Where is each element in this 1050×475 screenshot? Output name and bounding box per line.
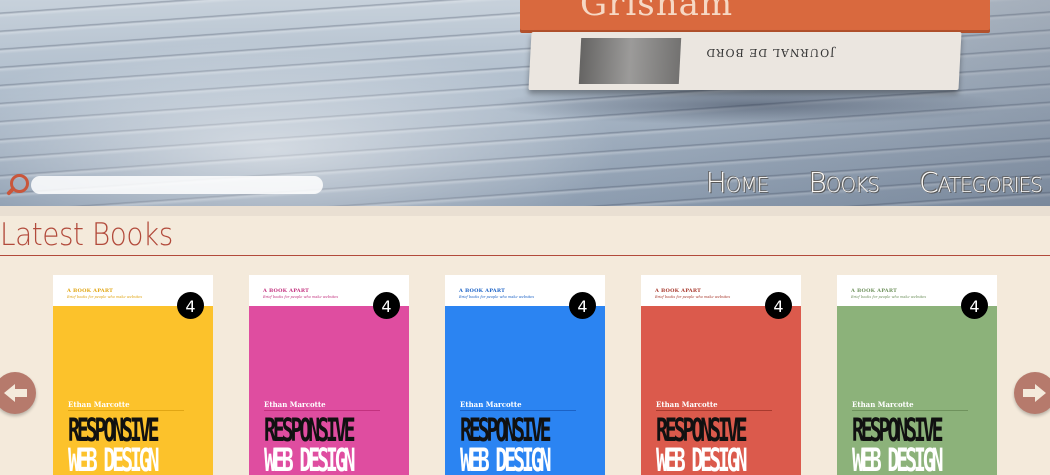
book-title-line2: WEB DESIGN: [656, 441, 748, 475]
search-bar: [4, 172, 323, 198]
search-input[interactable]: [31, 176, 323, 194]
book-title-line2: WEB DESIGN: [852, 441, 944, 475]
book-stack-shadow: [490, 85, 1010, 125]
book-tagline: Brief books for people who make websites: [851, 295, 927, 299]
section-title: Latest Books: [0, 217, 173, 253]
search-icon[interactable]: [4, 172, 30, 198]
arrow-right-icon: [1023, 384, 1046, 402]
book-author: Ethan Marcotte: [68, 400, 130, 409]
book-publisher: A BOOK APART: [851, 288, 898, 294]
book-issue-badge: 4: [569, 292, 596, 319]
arrow-left-icon: [4, 384, 27, 402]
book-author: Ethan Marcotte: [852, 400, 914, 409]
nav-categories-link[interactable]: Categories: [919, 166, 1043, 199]
hero-book-bottom-text: JOURNAL DE BORD: [705, 46, 835, 59]
book-cover[interactable]: A BOOK APART Brief books for people who …: [53, 275, 213, 475]
book-tagline: Brief books for people who make websites: [67, 295, 143, 299]
book-tagline: Brief books for people who make websites: [655, 295, 731, 299]
book-issue-badge: 4: [961, 292, 988, 319]
book-issue-badge: 4: [177, 292, 204, 319]
carousel-prev-button[interactable]: [0, 372, 36, 414]
hero-banner: Grisham JOURNAL DE BORD Home Books Categ…: [0, 0, 1050, 206]
book-tagline: Brief books for people who make websites: [459, 295, 535, 299]
book-author: Ethan Marcotte: [460, 400, 522, 409]
hero-book-top: Grisham: [520, 0, 990, 30]
book-issue-badge: 4: [765, 292, 792, 319]
hero-book-bottom: JOURNAL DE BORD: [528, 32, 962, 90]
book-title-line2: WEB DESIGN: [264, 441, 356, 475]
main-nav: Home Books Categories: [706, 166, 1043, 199]
book-issue-badge: 4: [373, 292, 400, 319]
hero-book-stack: Grisham JOURNAL DE BORD: [470, 0, 1010, 125]
hero-book-top-text: Grisham: [580, 0, 734, 24]
book-publisher: A BOOK APART: [67, 288, 114, 294]
book-title-line2: WEB DESIGN: [460, 441, 552, 475]
book-author: Ethan Marcotte: [264, 400, 326, 409]
book-publisher: A BOOK APART: [655, 288, 702, 294]
book-publisher: A BOOK APART: [263, 288, 310, 294]
hero-bottom-strip: [0, 206, 1050, 216]
book-cover[interactable]: A BOOK APART Brief books for people who …: [837, 275, 997, 475]
book-cover[interactable]: A BOOK APART Brief books for people who …: [445, 275, 605, 475]
carousel-next-button[interactable]: [1014, 372, 1050, 414]
book-cover[interactable]: A BOOK APART Brief books for people who …: [641, 275, 801, 475]
book-author: Ethan Marcotte: [656, 400, 718, 409]
book-title-line2: WEB DESIGN: [68, 441, 160, 475]
book-cover[interactable]: A BOOK APART Brief books for people who …: [249, 275, 409, 475]
nav-books-link[interactable]: Books: [808, 166, 880, 199]
book-tagline: Brief books for people who make websites: [263, 295, 339, 299]
book-publisher: A BOOK APART: [459, 288, 506, 294]
nav-home-link[interactable]: Home: [706, 166, 770, 199]
hero-book-spine-image: [578, 38, 682, 84]
section-divider: [0, 255, 1050, 256]
